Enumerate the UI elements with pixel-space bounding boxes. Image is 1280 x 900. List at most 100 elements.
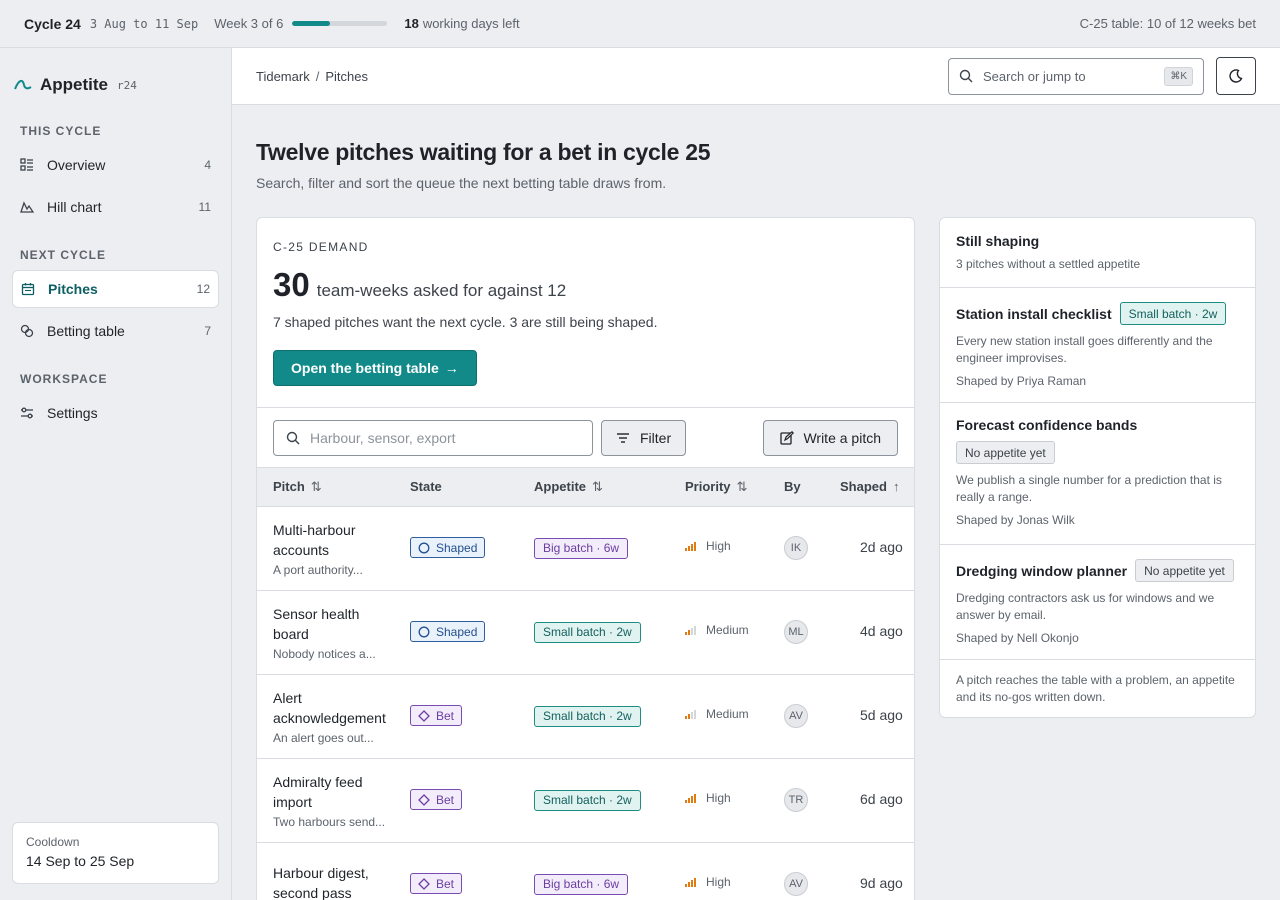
sidebar-item-settings[interactable]: Settings (12, 394, 219, 432)
pitch-queue-panel: C-25 DEMAND 30 team-weeks asked for agai… (256, 217, 915, 900)
state-label: Bet (436, 708, 455, 723)
pitch-filter-input[interactable]: Harbour, sensor, export (273, 419, 593, 456)
cooldown-label: Cooldown (26, 835, 80, 849)
appetite-badge: Small batch · 2w (534, 789, 641, 811)
sidebar-item-label: Betting table (47, 323, 125, 339)
priority-label: High (706, 539, 731, 553)
appetite-badge: Big batch · 6w (534, 537, 629, 559)
state-badge: Shaped (410, 621, 486, 643)
pitch-cell[interactable]: Admiralty feed import Two harbours send..… (257, 758, 402, 843)
table-row[interactable]: Alert acknowledgement An alert goes out..… (257, 674, 914, 759)
shaping-item[interactable]: Forecast confidence bands No appetite ye… (940, 403, 1255, 545)
column-header-appetite[interactable]: Appetite ⇅ (526, 468, 677, 507)
sort-icon: ⇅ (310, 478, 322, 494)
pitch-table: Pitch ⇅ State Appetite ⇅ Priority ⇅ By Shap… (257, 468, 914, 900)
sidebar-item-pitches[interactable]: Pitches 12 (12, 270, 219, 308)
column-header-pitch[interactable]: Pitch ⇅ (257, 468, 402, 507)
brand-tag: r24 (117, 78, 137, 92)
shaped-cell: 4d ago (832, 590, 914, 675)
still-shaping-header: Still shaping 3 pitches without a settle… (940, 218, 1255, 288)
demand-eyebrow: C-25 DEMAND (273, 240, 369, 254)
cycle-status-bar: Cycle 24 3 Aug to 11 Sep Week 3 of 6 18 w… (0, 0, 1280, 48)
pitch-title[interactable]: Harbour digest, second pass (273, 863, 394, 900)
signal-bars-icon (685, 541, 696, 551)
sort-icon: ⇅ (592, 478, 603, 494)
cooldown-card: Cooldown 14 Sep to 25 Sep (12, 822, 219, 884)
priority-cell: Medium (677, 590, 776, 675)
shaped-cell: 9d ago (832, 842, 914, 900)
theme-toggle-button[interactable] (1216, 57, 1256, 95)
appetite-badge: Small batch · 2w (534, 621, 641, 643)
shaping-item[interactable]: Station install checklist Small batch · 2… (940, 288, 1255, 403)
signal-bars-icon (685, 793, 696, 803)
priority-label: High (706, 791, 731, 805)
column-header-priority[interactable]: Priority ⇅ (677, 468, 776, 507)
sliders-icon (21, 407, 33, 419)
author-cell: ML (776, 590, 832, 675)
open-betting-table-button[interactable]: Open the betting table → (273, 350, 477, 386)
column-header-shaped[interactable]: Shaped ↑ (832, 468, 914, 507)
sidebar-item-label: Settings (47, 405, 98, 421)
appetite-badge: Small batch · 2w (534, 705, 641, 727)
arrow-right-icon: → (444, 360, 459, 376)
diamond-icon (418, 793, 430, 806)
filter-button[interactable]: Filter (601, 419, 687, 456)
state-label: Shaped (436, 540, 478, 555)
no-appetite-badge: No appetite yet (1135, 559, 1234, 582)
sidebar: Appetite r24 THIS CYCLE Overview 4 Hill … (0, 48, 232, 900)
pitch-cell[interactable]: Sensor health board Nobody notices a... (257, 590, 402, 675)
sidebar-item-hill-chart[interactable]: Hill chart 11 (12, 188, 219, 226)
table-row[interactable]: Sensor health board Nobody notices a... Sh… (257, 590, 914, 675)
filter-lines-icon (617, 432, 629, 443)
write-pitch-button[interactable]: Write a pitch (763, 419, 898, 456)
calendar-icon (21, 283, 35, 296)
pitch-title[interactable]: Sensor health board (273, 604, 394, 644)
pitch-summary: Nobody notices a... (273, 646, 376, 661)
shaping-item-description: We publish a single number for a predict… (956, 473, 1222, 504)
pitch-title[interactable]: Multi-harbour accounts (273, 520, 394, 560)
breadcrumb-root[interactable]: Tidemark (256, 69, 310, 84)
appetite-badge: Small batch · 2w (1119, 302, 1227, 325)
write-label: Write a pitch (803, 429, 881, 446)
state-cell: Bet (402, 842, 526, 900)
shaping-item-author: Shaped by Nell Okonjo (956, 631, 1079, 645)
state-badge: Shaped (410, 537, 486, 559)
signal-bars-icon (685, 877, 696, 887)
demand-number: 30 (273, 266, 310, 303)
sidebar-item-label: Pitches (48, 281, 98, 297)
brand[interactable]: Appetite r24 (12, 48, 219, 122)
table-row[interactable]: Admiralty feed import Two harbours send..… (257, 758, 914, 843)
circle-icon (418, 542, 430, 554)
table-row[interactable]: Harbour digest, second pass Bet Big batch … (257, 842, 914, 900)
breadcrumb: Tidemark / Pitches (256, 69, 368, 84)
pitch-title[interactable]: Alert acknowledgement (273, 688, 394, 728)
author-cell: TR (776, 758, 832, 843)
pitch-cell[interactable]: Multi-harbour accounts A port authority..… (257, 506, 402, 591)
shaping-item[interactable]: Dredging window planner No appetite yet D… (940, 545, 1255, 660)
priority-label: Medium (706, 623, 749, 637)
author-cell: AV (776, 842, 832, 900)
signal-bars-icon (685, 709, 696, 719)
column-header-by: By (776, 468, 832, 507)
sidebar-item-betting-table[interactable]: Betting table 7 (12, 312, 219, 350)
global-search-input[interactable]: Search or jump to ⌘K (948, 57, 1204, 95)
mountain-icon (20, 201, 34, 213)
appetite-cell: Small batch · 2w (526, 674, 677, 759)
pitch-summary: Two harbours send... (273, 814, 386, 829)
pitch-cell[interactable]: Harbour digest, second pass (257, 842, 402, 900)
shaped-ago: 9d ago (860, 875, 903, 891)
demand-description: 7 shaped pitches want the next cycle. 3 … (273, 314, 658, 330)
pitch-cell[interactable]: Alert acknowledgement An alert goes out..… (257, 674, 402, 759)
pitch-title[interactable]: Admiralty feed import (273, 772, 394, 812)
signal-bars-icon (685, 625, 696, 635)
appetite-badge: Big batch · 6w (534, 873, 629, 895)
page-subtitle: Search, filter and sort the queue the ne… (256, 175, 667, 191)
table-row[interactable]: Multi-harbour accounts A port authority..… (257, 506, 914, 591)
sidebar-item-overview[interactable]: Overview 4 (12, 146, 219, 184)
sidebar-item-count: 7 (204, 324, 211, 338)
sidebar-item-count: 11 (198, 200, 211, 214)
appetite-cell: Small batch · 2w (526, 758, 677, 843)
section-workspace: WORKSPACE (20, 372, 108, 386)
still-shaping-panel: Still shaping 3 pitches without a settle… (939, 217, 1256, 718)
column-header-state: State (402, 468, 526, 507)
